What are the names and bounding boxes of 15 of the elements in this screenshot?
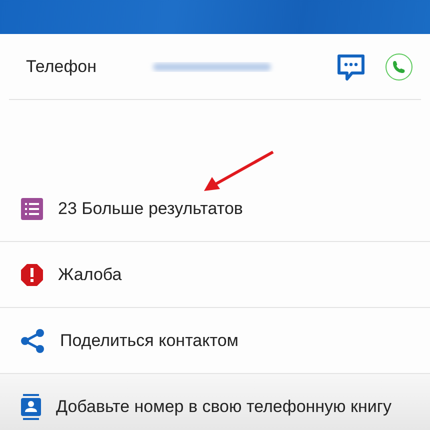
- phone-icon: [385, 52, 413, 80]
- action-label: Поделиться контактом: [60, 330, 238, 350]
- phone-label: Телефон: [26, 56, 97, 76]
- chat-icon: [337, 52, 365, 80]
- action-label: Добавьте номер в свою телефонную книгу: [56, 396, 392, 416]
- message-button[interactable]: [337, 52, 365, 80]
- share-icon: [20, 328, 46, 354]
- action-row[interactable]: Жалоба: [0, 242, 430, 308]
- list-icon: [20, 196, 44, 220]
- action-label: Жалоба: [58, 264, 122, 284]
- contact-icon: [20, 394, 42, 420]
- action-label: 23 Больше результатов: [58, 198, 243, 218]
- call-button[interactable]: [385, 52, 413, 80]
- action-row[interactable]: 23 Больше результатов: [0, 176, 430, 242]
- warning-icon: [20, 262, 44, 286]
